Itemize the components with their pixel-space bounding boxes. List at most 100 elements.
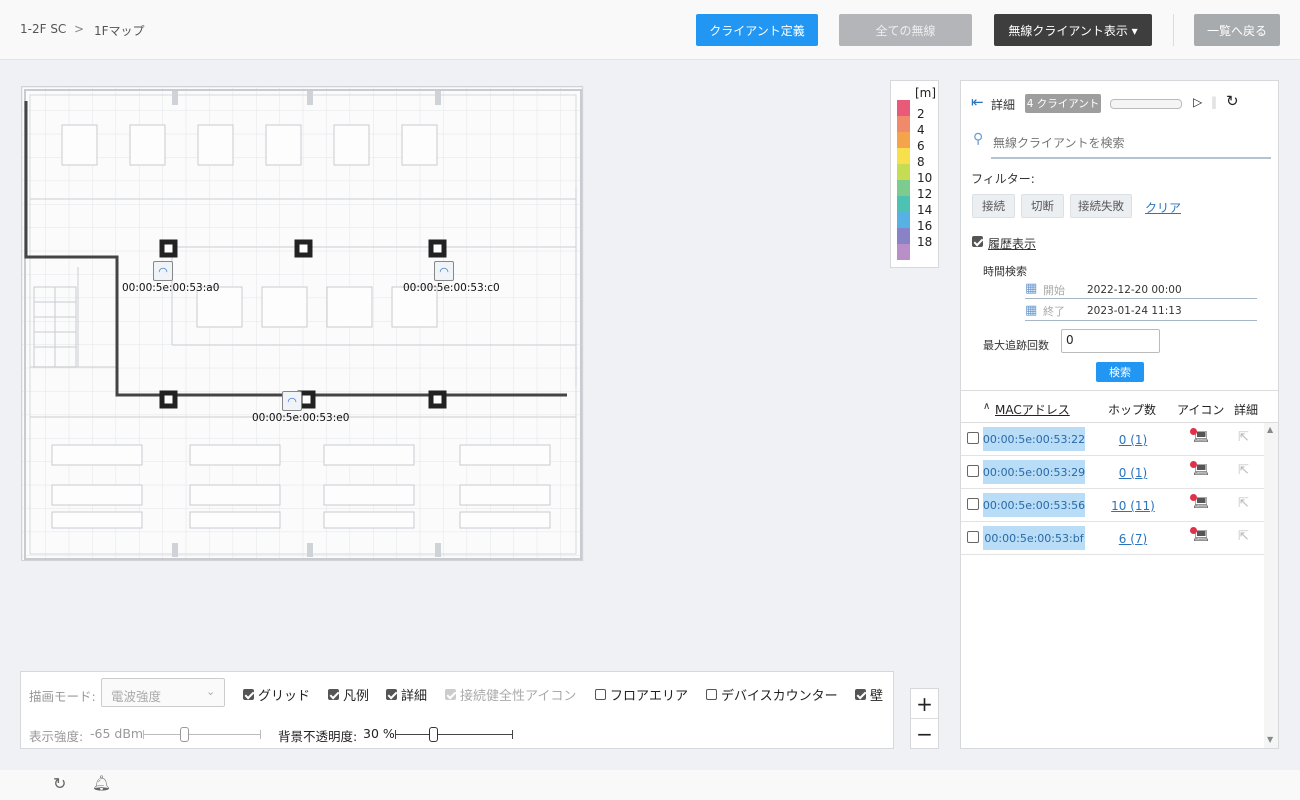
health-icon-checkbox[interactable]: [445, 689, 456, 700]
back-to-list-button[interactable]: 一覧へ戻る: [1194, 14, 1280, 46]
row-checkbox[interactable]: [967, 432, 979, 444]
draw-mode-value: 電波強度: [111, 689, 162, 704]
client-status-icon: 💻︎: [1190, 461, 1210, 478]
legend-value: 16: [917, 219, 933, 233]
top-bar: 1-2F SC > 1Fマップ クライアント定義 全ての無線 無線クライアント表…: [0, 0, 1300, 60]
floor-plan-drawing: [22, 87, 584, 562]
open-detail-icon[interactable]: ⇱: [1238, 430, 1249, 445]
mac-address-cell[interactable]: 00:00:5e:00:53:56: [983, 493, 1085, 517]
filter-disconnected-button[interactable]: 切断: [1021, 194, 1064, 218]
detail-checkbox[interactable]: [386, 689, 397, 700]
legend-swatch: [897, 180, 910, 196]
wireless-client-display-dropdown[interactable]: 無線クライアント表示 ▾: [994, 14, 1152, 46]
legend-value: 14: [917, 203, 933, 217]
wifi-icon: ◠: [439, 264, 449, 278]
access-point-label: 00:00:5e:00:53:e0: [252, 412, 350, 424]
row-checkbox[interactable]: [967, 498, 979, 510]
column-mac-address[interactable]: MACアドレス: [995, 401, 1070, 418]
floor-area-option[interactable]: フロアエリア: [595, 685, 688, 704]
access-point-a0[interactable]: ◠: [153, 261, 173, 281]
wall-option[interactable]: 壁: [855, 685, 883, 704]
mac-address-cell[interactable]: 00:00:5e:00:53:29: [983, 460, 1085, 484]
scrollbar[interactable]: ▲ ▼: [1264, 423, 1278, 748]
max-track-input[interactable]: 0: [1061, 329, 1160, 353]
end-label: 終了: [1043, 305, 1065, 318]
hop-count-link[interactable]: 10 (11): [1103, 499, 1163, 513]
refresh-icon[interactable]: ↻: [1226, 92, 1239, 110]
column-hops[interactable]: ホップ数: [1108, 401, 1156, 418]
legend-checkbox[interactable]: [328, 689, 339, 700]
health-icon-option[interactable]: 接続健全性アイコン: [445, 685, 576, 704]
display-strength-value: -65 dBm: [90, 726, 144, 741]
device-counter-option[interactable]: デバイスカウンター: [706, 685, 838, 704]
legend-option[interactable]: 凡例: [328, 685, 369, 704]
pause-icon[interactable]: ‖: [1211, 95, 1217, 109]
end-datetime-field[interactable]: 2023-01-24 11:13: [1087, 305, 1182, 317]
table-row[interactable]: 00:00:5e:00:53:bf 6 (7) 💻︎ ⇱: [961, 522, 1264, 555]
history-checkbox[interactable]: [972, 236, 983, 247]
grid-option[interactable]: グリッド: [243, 685, 310, 704]
bg-opacity-slider[interactable]: [395, 727, 513, 742]
play-icon[interactable]: ▷: [1193, 95, 1202, 109]
bg-opacity-label: 背景不透明度:: [278, 729, 358, 744]
scroll-down-icon[interactable]: ▼: [1267, 735, 1273, 744]
floor-area-checkbox[interactable]: [595, 689, 606, 700]
open-detail-icon[interactable]: ⇱: [1238, 529, 1249, 544]
time-search-label: 時間検索: [983, 265, 1027, 278]
legend-value: 2: [917, 107, 925, 121]
scroll-up-icon[interactable]: ▲: [1267, 425, 1273, 434]
zoom-in-button[interactable]: +: [911, 689, 938, 718]
open-detail-icon[interactable]: ⇱: [1238, 463, 1249, 478]
legend-value: 4: [917, 123, 925, 137]
start-datetime-field[interactable]: 2022-12-20 00:00: [1087, 284, 1182, 296]
open-detail-icon[interactable]: ⇱: [1238, 496, 1249, 511]
filter-failed-button[interactable]: 接続失敗: [1070, 194, 1132, 218]
mac-address-cell[interactable]: 00:00:5e:00:53:22: [983, 427, 1085, 451]
chevron-down-icon: ⌄: [206, 685, 216, 698]
bell-icon[interactable]: 🔔︎: [92, 774, 111, 792]
table-row[interactable]: 00:00:5e:00:53:56 10 (11) 💻︎ ⇱: [961, 489, 1264, 522]
detail-option[interactable]: 詳細: [386, 685, 427, 704]
client-count-badge: 4 クライアント: [1025, 94, 1101, 113]
playback-progress[interactable]: [1110, 99, 1182, 109]
all-wireless-button[interactable]: 全ての無線: [839, 14, 972, 46]
mac-address-cell[interactable]: 00:00:5e:00:53:bf: [983, 526, 1085, 550]
footer-bar: ↻ 🔔︎: [0, 770, 1300, 800]
wifi-icon: ◠: [287, 394, 297, 408]
reload-icon[interactable]: ↻: [53, 774, 66, 793]
sort-ascending-icon[interactable]: ∧: [983, 401, 990, 412]
zoom-out-button[interactable]: −: [911, 719, 938, 748]
legend-swatch: [897, 164, 910, 180]
access-point-e0[interactable]: ◠: [282, 391, 302, 411]
hop-count-link[interactable]: 0 (1): [1103, 433, 1163, 447]
breadcrumb-site[interactable]: 1-2F SC: [20, 22, 66, 36]
hop-count-link[interactable]: 6 (7): [1103, 532, 1163, 546]
column-icon: アイコン: [1177, 403, 1225, 417]
table-row[interactable]: 00:00:5e:00:53:22 0 (1) 💻︎ ⇱: [961, 423, 1264, 456]
floor-map[interactable]: ◠ 00:00:5e:00:53:a0 ◠ 00:00:5e:00:53:c0 …: [21, 86, 584, 562]
table-row[interactable]: 00:00:5e:00:53:29 0 (1) 💻︎ ⇱: [961, 456, 1264, 489]
start-field-underline: [1025, 298, 1257, 299]
bg-opacity-handle[interactable]: [429, 727, 438, 742]
client-status-icon: 💻︎: [1190, 527, 1210, 544]
wall-checkbox[interactable]: [855, 689, 866, 700]
grid-checkbox[interactable]: [243, 689, 254, 700]
access-point-c0[interactable]: ◠: [434, 261, 454, 281]
draw-mode-select[interactable]: 電波強度 ⌄: [101, 678, 225, 707]
client-search-input[interactable]: [991, 129, 1271, 159]
calendar-icon: ▦: [1025, 281, 1038, 296]
display-strength-handle[interactable]: [180, 727, 189, 742]
wifi-icon: ◠: [158, 264, 168, 278]
row-checkbox[interactable]: [967, 531, 979, 543]
collapse-panel-icon[interactable]: ⇤: [971, 93, 984, 111]
end-field-underline: [1025, 320, 1257, 321]
row-checkbox[interactable]: [967, 465, 979, 477]
search-button[interactable]: 検索: [1096, 362, 1144, 382]
client-define-button[interactable]: クライアント定義: [696, 14, 818, 46]
hop-count-link[interactable]: 0 (1): [1103, 466, 1163, 480]
display-strength-slider[interactable]: [143, 727, 261, 742]
grid-label: グリッド: [258, 689, 311, 704]
filter-connected-button[interactable]: 接続: [972, 194, 1015, 218]
device-counter-checkbox[interactable]: [706, 689, 717, 700]
filter-clear-link[interactable]: クリア: [1145, 199, 1181, 216]
